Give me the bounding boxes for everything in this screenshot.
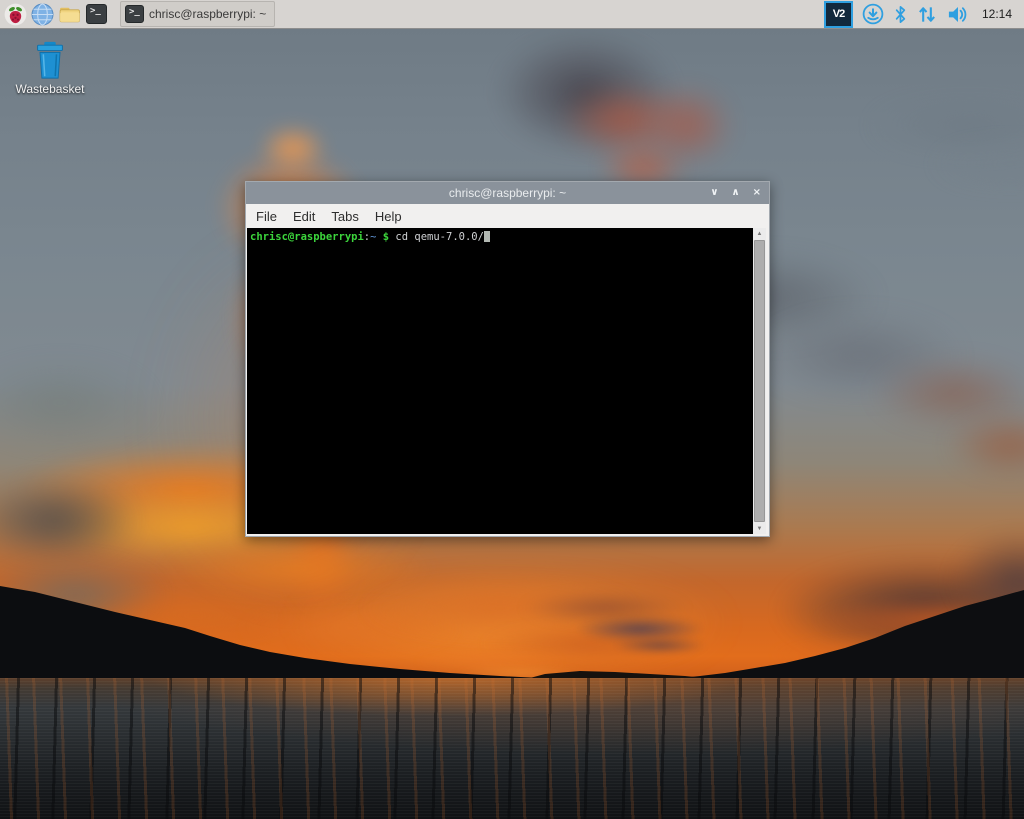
web-browser-button[interactable] <box>29 1 56 27</box>
file-manager-button[interactable] <box>56 1 83 27</box>
taskbar-clock[interactable]: 12:14 <box>982 7 1012 21</box>
vnc-icon[interactable]: V2 <box>823 0 853 28</box>
wastebasket-desktop-icon[interactable]: Wastebasket <box>8 40 92 96</box>
folder-icon <box>59 7 80 22</box>
water-ripples <box>0 678 1024 819</box>
terminal-cursor <box>483 231 491 242</box>
volume-icon[interactable] <box>946 4 969 25</box>
prompt-symbol: $ <box>376 231 396 243</box>
maximize-button[interactable]: ∧ <box>731 188 739 198</box>
wastebasket-icon <box>37 41 63 79</box>
terminal-icon: >_ <box>125 5 144 23</box>
typed-command: cd qemu-7.0.0/ <box>395 231 484 243</box>
window-title: chrisc@raspberrypi: ~ <box>448 186 567 200</box>
terminal-window: chrisc@raspberrypi: ~ ∨ ∧ × File Edit Ta… <box>245 181 770 537</box>
cloud <box>258 123 328 173</box>
taskbar: >_ >_ chrisc@raspberrypi: ~ V2 12:14 <box>0 0 1024 29</box>
scrollbar-up-arrow[interactable]: ▲ <box>753 228 766 239</box>
water <box>0 678 1024 819</box>
terminal-icon: >_ <box>86 4 107 24</box>
scrollbar-down-arrow[interactable]: ▼ <box>753 523 766 534</box>
window-titlebar[interactable]: chrisc@raspberrypi: ~ ∨ ∧ × <box>246 182 769 204</box>
terminal-prompt-line: chrisc@raspberrypi:~ $ cd qemu-7.0.0/ <box>250 231 750 244</box>
menu-file[interactable]: File <box>248 207 285 226</box>
cloud <box>640 83 735 168</box>
close-button[interactable]: × <box>753 188 761 198</box>
menu-help[interactable]: Help <box>367 207 410 226</box>
menu-button[interactable] <box>2 1 29 27</box>
minimize-button[interactable]: ∨ <box>710 188 718 198</box>
terminal-menubar: File Edit Tabs Help <box>246 204 769 228</box>
screen: Wastebasket chrisc@raspberrypi: ~ ∨ ∧ × … <box>0 0 1024 819</box>
bluetooth-icon[interactable] <box>893 4 908 25</box>
terminal-scrollbar[interactable]: ▲ ▼ <box>753 228 766 534</box>
prompt-user-host: chrisc@raspberrypi <box>250 231 364 243</box>
taskbar-window-button[interactable]: >_ chrisc@raspberrypi: ~ <box>120 1 276 27</box>
raspberry-icon <box>4 3 27 25</box>
terminal-launcher-button[interactable]: >_ <box>83 1 110 27</box>
updates-icon[interactable] <box>862 3 884 25</box>
terminal-output-area[interactable]: chrisc@raspberrypi:~ $ cd qemu-7.0.0/ ▲ … <box>247 228 766 534</box>
globe-icon <box>31 3 54 25</box>
scrollbar-thumb[interactable] <box>754 240 765 522</box>
network-arrows-icon[interactable] <box>917 4 937 25</box>
wastebasket-label: Wastebasket <box>15 82 85 96</box>
system-tray: V2 12:14 <box>823 0 1024 28</box>
menu-edit[interactable]: Edit <box>285 207 323 226</box>
taskbar-window-label: chrisc@raspberrypi: ~ <box>149 7 267 21</box>
mountains-silhouette <box>0 586 1024 678</box>
menu-tabs[interactable]: Tabs <box>323 207 366 226</box>
